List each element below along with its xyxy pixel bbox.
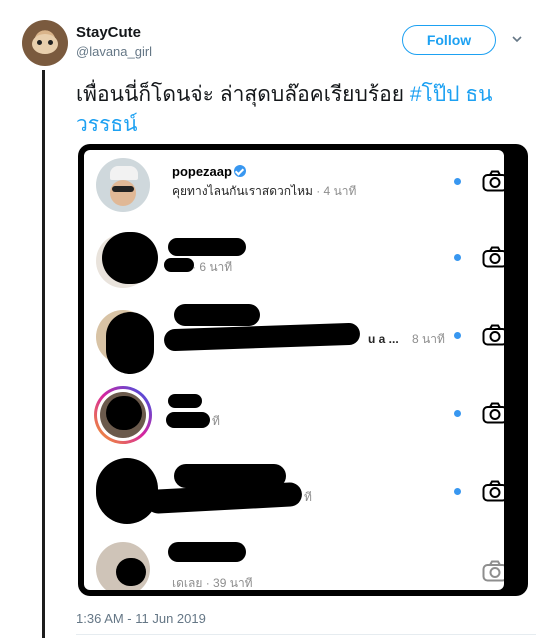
redaction-mark (145, 481, 303, 515)
message-time: ที (304, 490, 312, 504)
avatar[interactable] (22, 20, 68, 66)
redaction-mark (164, 258, 194, 272)
camera-icon[interactable] (482, 480, 504, 502)
redaction-mark (106, 312, 154, 374)
preview-text: เดเลย (172, 576, 203, 590)
username-text: popezaap (172, 164, 232, 179)
redaction-mark (168, 394, 202, 408)
message-time: · 6 นาที (192, 260, 233, 274)
camera-icon[interactable] (482, 560, 504, 582)
redaction-mark (106, 396, 142, 430)
username: popezaap (172, 164, 246, 179)
list-item[interactable]: เดเลย · 39 นาที (84, 536, 504, 590)
camera-icon[interactable] (482, 324, 504, 346)
message-preview: ที (304, 488, 312, 507)
message-preview: u a ... 8 นาที (368, 330, 445, 349)
tweet-timestamp[interactable]: 1:36 AM - 11 Jun 2019 (76, 611, 206, 626)
message-preview: ที (212, 412, 220, 431)
message-time: 8 นาที (412, 332, 445, 346)
follow-button[interactable]: Follow (402, 25, 496, 55)
unread-dot (454, 488, 461, 495)
redaction-mark (163, 322, 361, 352)
redaction-mark (102, 232, 158, 284)
message-time: · 4 นาที (312, 184, 357, 198)
redaction-mark (96, 458, 158, 524)
list-item[interactable]: u a ... 8 นาที (84, 302, 504, 374)
preview-text: คุยทางไลนกันเราสดวกไหม (172, 184, 313, 198)
tweet-text-main: เพื่อนนี่ก็โดนจ่ะ ล่าสุดบล๊อคเรียบร้อย (76, 83, 410, 106)
tweet-text: เพื่อนนี่ก็โดนจ่ะ ล่าสุดบล๊อคเรียบร้อย #… (76, 80, 536, 140)
camera-icon[interactable] (482, 170, 504, 192)
preview-text: u a ... (368, 332, 399, 346)
redaction-mark (116, 558, 146, 586)
message-preview: · 6 นาที (192, 258, 232, 277)
message-preview: เดเลย · 39 นาที (172, 574, 253, 590)
message-time: ที (212, 414, 220, 428)
thread-connector-line (42, 70, 45, 638)
message-preview: คุยทางไลนกันเราสดวกไหม · 4 นาที (172, 182, 356, 201)
unread-dot (454, 178, 461, 185)
redaction-mark (168, 238, 246, 256)
camera-icon[interactable] (482, 246, 504, 268)
divider (76, 634, 536, 635)
redaction-mark (174, 304, 260, 326)
user-handle[interactable]: @lavana_girl (76, 44, 152, 59)
verified-badge-icon (233, 165, 246, 177)
unread-dot (454, 332, 461, 339)
list-item[interactable]: popezaap คุยทางไลนกันเราสดวกไหม · 4 นาที (84, 150, 504, 220)
display-name[interactable]: StayCute (76, 24, 141, 41)
attached-screenshot[interactable]: popezaap คุยทางไลนกันเราสดวกไหม · 4 นาที… (78, 144, 528, 596)
dm-list-screen: popezaap คุยทางไลนกันเราสดวกไหม · 4 นาที… (84, 150, 504, 590)
redaction-mark (166, 412, 210, 428)
redaction-mark (168, 542, 246, 562)
message-time: · 39 นาที (202, 576, 253, 590)
avatar (96, 158, 150, 212)
unread-dot (454, 254, 461, 261)
unread-dot (454, 410, 461, 417)
list-item[interactable]: ที (84, 382, 504, 452)
camera-icon[interactable] (482, 402, 504, 424)
chevron-down-icon[interactable] (512, 34, 522, 44)
list-item[interactable]: · 6 นาที (84, 228, 504, 298)
list-item[interactable]: ที (84, 458, 504, 528)
